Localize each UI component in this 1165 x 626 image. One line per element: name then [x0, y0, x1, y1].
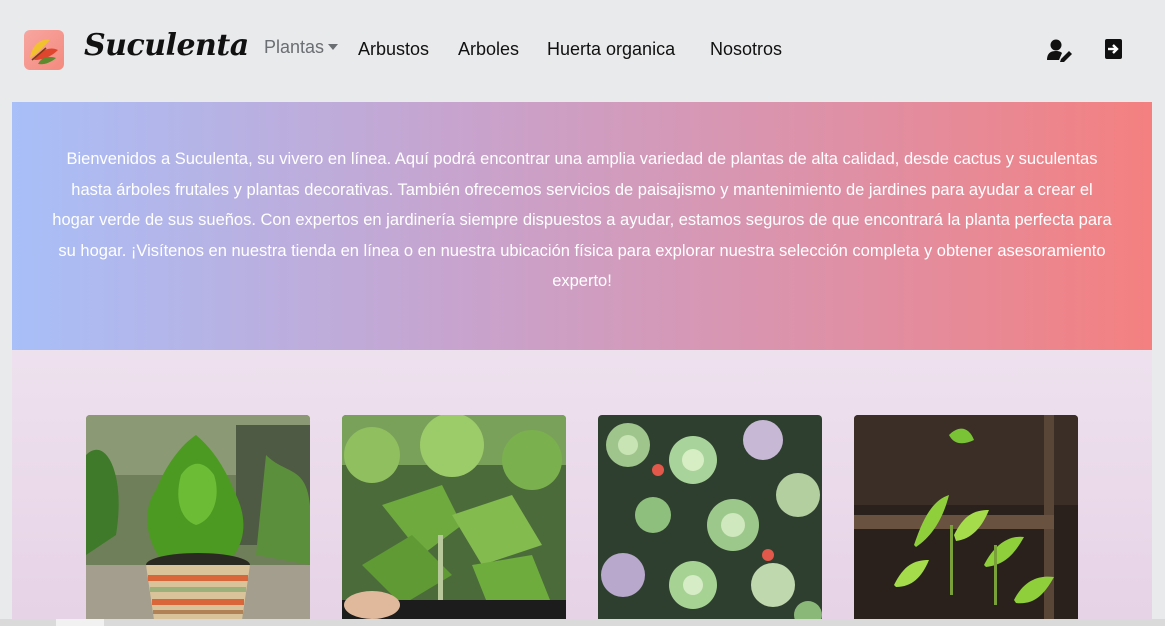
- hero-banner: Bienvenidos a Suculenta, su vivero en lí…: [12, 102, 1152, 350]
- plant-gallery: [12, 350, 1152, 626]
- logo-icon[interactable]: [24, 30, 64, 70]
- pepper-seedlings-photo: [854, 415, 1078, 626]
- seedlings-photo: [342, 415, 566, 626]
- navbar: Suculenta Plantas Arbustos Arboles Huert…: [0, 0, 1165, 100]
- caret-down-icon: [328, 44, 339, 50]
- succulents-photo: [598, 415, 822, 626]
- horizontal-scrollbar[interactable]: [0, 619, 1165, 626]
- nav-huerta-organica[interactable]: Huerta organica: [547, 39, 675, 60]
- plant-card-2[interactable]: [342, 415, 566, 626]
- user-edit-icon[interactable]: [1047, 38, 1073, 62]
- potted-cypress-photo: [86, 415, 310, 626]
- nav-arbustos[interactable]: Arbustos: [358, 39, 429, 60]
- nav-plantas-label: Plantas: [264, 37, 325, 57]
- plant-card-1[interactable]: [86, 415, 310, 626]
- scrollbar-thumb[interactable]: [56, 619, 104, 626]
- plant-card-4[interactable]: [854, 415, 1078, 626]
- nav-plantas-dropdown[interactable]: Plantas: [264, 37, 339, 58]
- sign-in-icon[interactable]: [1104, 38, 1130, 62]
- nav-nosotros[interactable]: Nosotros: [710, 39, 782, 60]
- nav-arboles[interactable]: Arboles: [458, 39, 519, 60]
- brand-name[interactable]: Suculenta: [84, 28, 249, 63]
- hero-welcome-text: Bienvenidos a Suculenta, su vivero en lí…: [52, 150, 1112, 290]
- plant-card-3[interactable]: [598, 415, 822, 626]
